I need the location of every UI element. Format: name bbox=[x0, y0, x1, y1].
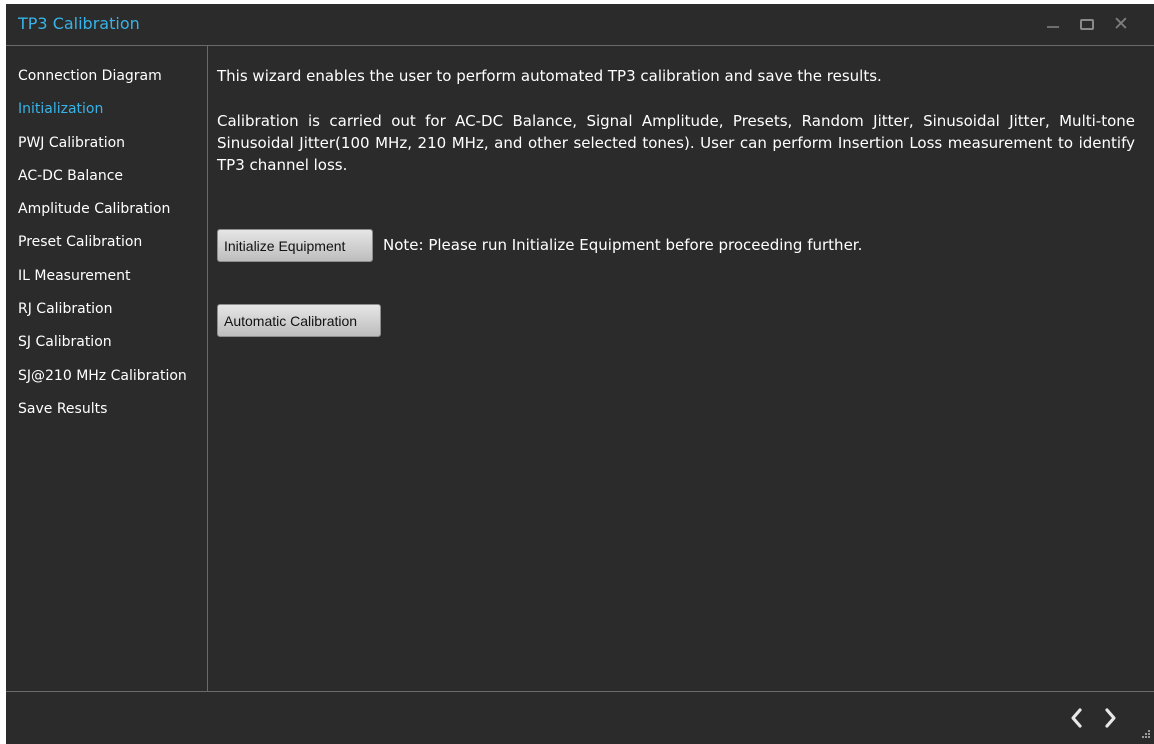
minimize-button[interactable] bbox=[1036, 10, 1070, 38]
sidebar-step-item[interactable]: Preset Calibration bbox=[18, 234, 187, 267]
next-button[interactable] bbox=[1099, 704, 1123, 732]
chevron-left-icon bbox=[1071, 708, 1082, 728]
wizard-step-list: Connection Diagram Initialization PWJ Cali… bbox=[18, 68, 187, 434]
maximize-icon bbox=[1080, 18, 1094, 30]
sidebar-step-item[interactable]: Initialization bbox=[18, 101, 187, 134]
title-bar[interactable]: TP3 Calibration ✕ bbox=[6, 4, 1154, 45]
wizard-footer bbox=[6, 691, 1154, 744]
sidebar-step-item[interactable]: SJ Calibration bbox=[18, 334, 187, 367]
intro-text: This wizard enables the user to perform … bbox=[217, 67, 882, 85]
initialize-equipment-button[interactable]: Initialize Equipment bbox=[217, 229, 373, 262]
close-button[interactable]: ✕ bbox=[1104, 10, 1138, 38]
initialize-note: Note: Please run Initialize Equipment be… bbox=[383, 236, 863, 254]
calibration-window: TP3 Calibration ✕ Connection Diagram Init… bbox=[6, 4, 1154, 744]
sidebar-step-item[interactable]: Connection Diagram bbox=[18, 68, 187, 101]
window-controls: ✕ bbox=[1036, 10, 1138, 38]
automatic-calibration-button[interactable]: Automatic Calibration bbox=[217, 304, 381, 337]
resize-grip-icon[interactable] bbox=[1140, 730, 1150, 740]
chevron-right-icon bbox=[1105, 708, 1116, 728]
sidebar-step-item[interactable]: SJ@210 MHz Calibration bbox=[18, 368, 187, 401]
wizard-content-panel: This wizard enables the user to perform … bbox=[208, 45, 1154, 691]
wizard-step-sidebar: Connection Diagram Initialization PWJ Cali… bbox=[6, 45, 208, 691]
sidebar-step-item[interactable]: RJ Calibration bbox=[18, 301, 187, 334]
maximize-button[interactable] bbox=[1070, 10, 1104, 38]
sidebar-step-item[interactable]: Amplitude Calibration bbox=[18, 201, 187, 234]
close-icon: ✕ bbox=[1113, 12, 1129, 35]
minimize-icon bbox=[1047, 26, 1059, 28]
sidebar-step-item[interactable]: AC-DC Balance bbox=[18, 168, 187, 201]
sidebar-step-item[interactable]: Save Results bbox=[18, 401, 187, 434]
calibration-description: Calibration is carried out for AC-DC Bal… bbox=[217, 112, 1135, 174]
window-title: TP3 Calibration bbox=[18, 14, 140, 33]
back-button[interactable] bbox=[1064, 704, 1088, 732]
sidebar-step-item[interactable]: PWJ Calibration bbox=[18, 135, 187, 168]
sidebar-step-item[interactable]: IL Measurement bbox=[18, 268, 187, 301]
